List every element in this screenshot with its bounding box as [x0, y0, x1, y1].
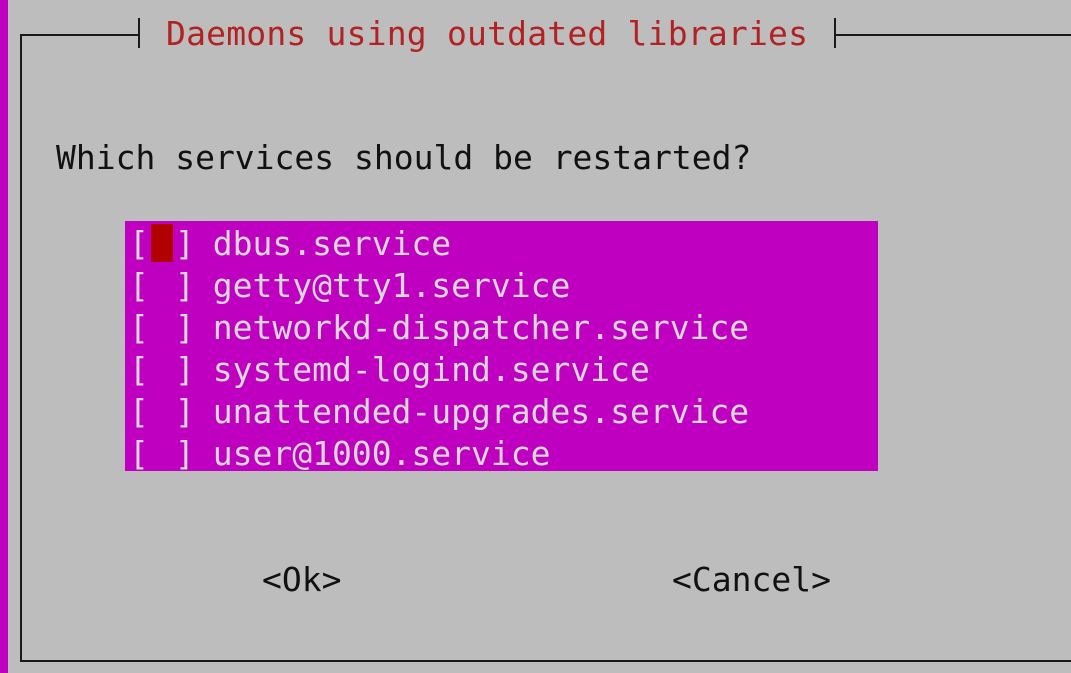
cancel-button[interactable]: <Cancel>: [672, 560, 831, 599]
service-label: networkd-dispatcher.service: [212, 307, 750, 347]
checkbox[interactable]: []: [129, 434, 195, 473]
service-item-systemd-logind[interactable]: [] systemd-logind.service: [125, 348, 878, 390]
service-label: systemd-logind.service: [212, 349, 650, 389]
title-left-tick: [138, 18, 140, 48]
service-label: dbus.service: [212, 223, 452, 263]
checkbox[interactable]: []: [129, 392, 195, 431]
checkbox[interactable]: []: [129, 308, 195, 347]
ok-button[interactable]: <Ok>: [262, 560, 341, 599]
checkbox[interactable]: []: [129, 350, 195, 389]
cursor-marker: [150, 224, 173, 262]
service-item-dbus[interactable]: [] dbus.service: [125, 222, 878, 264]
dialog-title: Daemons using outdated libraries: [166, 13, 809, 53]
service-label: unattended-upgrades.service: [212, 391, 750, 431]
service-item-user-1000[interactable]: [] user@1000.service: [125, 432, 878, 474]
checkbox[interactable]: []: [129, 266, 195, 305]
services-checklist[interactable]: [] dbus.service [] getty@tty1.service []…: [125, 221, 878, 474]
title-right-tick: [834, 18, 837, 48]
service-item-unattended-upgrades[interactable]: [] unattended-upgrades.service: [125, 390, 878, 432]
service-item-getty[interactable]: [] getty@tty1.service: [125, 264, 878, 306]
restart-services-dialog: Daemons using outdated libraries Which s…: [8, 0, 1071, 673]
dialog-title-bar: Daemons using outdated libraries: [138, 10, 837, 56]
dialog-prompt: Which services should be restarted?: [56, 138, 752, 177]
service-item-networkd-dispatcher[interactable]: [] networkd-dispatcher.service: [125, 306, 878, 348]
service-label: getty@tty1.service: [212, 265, 571, 305]
service-label: user@1000.service: [212, 433, 551, 473]
checkbox[interactable]: []: [129, 224, 195, 263]
